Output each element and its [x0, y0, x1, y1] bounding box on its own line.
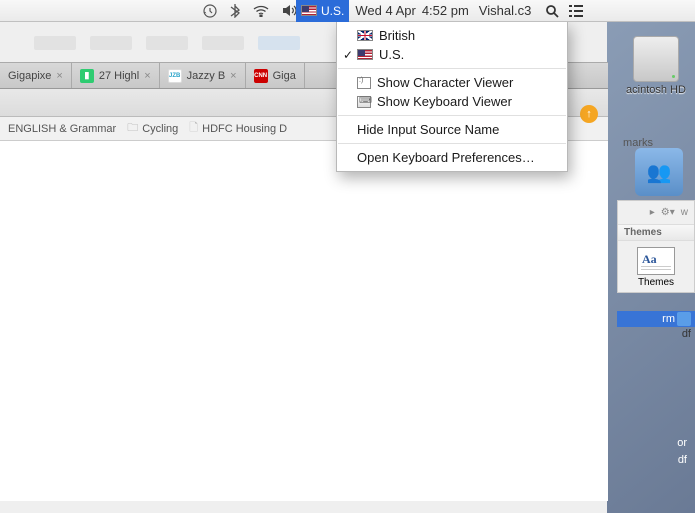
side-panel: ▸ ⚙▾ w Themes Themes	[617, 200, 695, 293]
panel-header: Themes	[618, 225, 694, 241]
menubar-date[interactable]: Wed 4 Apr	[355, 3, 415, 18]
browser-content	[0, 141, 608, 501]
tab-label: 27 Highl	[99, 70, 139, 82]
hard-drive-icon[interactable]	[633, 36, 679, 82]
separator	[338, 143, 566, 144]
dropdown-item-char-viewer[interactable]: Show Character Viewer	[337, 73, 567, 92]
dropdown-item-hide-name[interactable]: Hide Input Source Name	[337, 120, 567, 139]
bluetooth-icon[interactable]	[230, 3, 240, 18]
favicon-icon: ▮	[80, 69, 94, 83]
dropdown-label: Hide Input Source Name	[357, 122, 499, 137]
close-icon[interactable]: ×	[230, 70, 236, 82]
dropdown-label: U.S.	[379, 47, 404, 62]
gear-icon[interactable]: ⚙▾	[661, 207, 675, 218]
separator	[338, 115, 566, 116]
close-icon[interactable]: ×	[56, 70, 62, 82]
menubar-time[interactable]: 4:52 pm	[422, 3, 469, 18]
dropdown-label: Show Character Viewer	[377, 75, 513, 90]
flag-uk-icon	[357, 30, 373, 41]
file-row[interactable]: rm	[617, 311, 695, 327]
desktop-icons: acintosh HD	[617, 30, 695, 96]
dropdown-item-kbd-viewer[interactable]: Show Keyboard Viewer	[337, 92, 567, 111]
page-icon: 🗋	[189, 119, 198, 138]
tab-label: Giga	[273, 70, 296, 82]
wifi-icon[interactable]	[253, 5, 269, 17]
input-source-menu[interactable]: U.S.	[296, 0, 349, 22]
dropdown-item-british[interactable]: British	[337, 26, 567, 45]
desktop-file-labels: or df	[677, 435, 687, 468]
favicon-icon: CNN	[254, 69, 268, 83]
bookmark-label: ENGLISH & Grammar	[8, 123, 116, 135]
favicon-icon: JZB	[168, 69, 182, 83]
browser-tab[interactable]: JZB Jazzy B ×	[160, 63, 246, 88]
input-source-dropdown: British U.S. Show Character Viewer Show …	[336, 22, 568, 172]
update-badge-icon[interactable]: ↑	[580, 105, 598, 123]
file-ext: df	[682, 328, 691, 340]
theme-label: Themes	[618, 277, 694, 292]
bookmark-item[interactable]: ENGLISH & Grammar	[8, 123, 116, 135]
file-label[interactable]: df	[677, 452, 687, 469]
browser-tab[interactable]: ▮ 27 Highl ×	[72, 63, 160, 88]
hard-drive-label: acintosh HD	[617, 84, 695, 96]
browser-tab[interactable]: CNN Giga	[246, 63, 305, 88]
bookmark-label: HDFC Housing D	[202, 123, 287, 135]
tab-label: Jazzy B	[187, 70, 226, 82]
dropdown-label: Show Keyboard Viewer	[377, 94, 512, 109]
bookmark-label: Cycling	[142, 123, 178, 135]
notification-center-icon[interactable]	[569, 5, 583, 17]
flag-us-icon	[357, 49, 373, 60]
theme-thumbnail	[637, 247, 675, 275]
theme-button[interactable]: Themes	[618, 247, 694, 292]
bookmark-item[interactable]: 🗀 Cycling	[127, 119, 178, 138]
flag-us-icon	[301, 5, 317, 16]
browser-tab[interactable]: Gigapixe ×	[0, 63, 72, 88]
kbd-viewer-icon	[357, 96, 371, 108]
file-row[interactable]: df	[617, 327, 695, 341]
app-icon[interactable]: 👥	[635, 148, 683, 196]
menubar: U.S. Wed 4 Apr 4:52 pm Vishal.c3	[0, 0, 695, 22]
input-source-label: U.S.	[321, 4, 344, 18]
dropdown-item-us[interactable]: U.S.	[337, 45, 567, 64]
dropdown-label: British	[379, 28, 415, 43]
separator	[338, 68, 566, 69]
close-icon[interactable]: ×	[144, 70, 150, 82]
bookmark-item[interactable]: 🗋 HDFC Housing D	[189, 119, 287, 138]
menubar-user[interactable]: Vishal.c3	[479, 3, 532, 18]
tab-label: Gigapixe	[8, 70, 51, 82]
time-machine-icon[interactable]	[203, 4, 217, 18]
panel-toolbar: ▸ ⚙▾ w	[618, 201, 694, 225]
folder-icon: 🗀	[127, 119, 138, 138]
panel-w: w	[681, 207, 688, 218]
file-list: rm df	[617, 311, 695, 341]
spotlight-icon[interactable]	[545, 4, 559, 18]
background-windows	[0, 36, 335, 60]
file-icon	[677, 312, 691, 326]
arrow-icon[interactable]: ▸	[650, 207, 655, 218]
file-label[interactable]: or	[677, 435, 687, 452]
file-ext: rm	[662, 313, 675, 325]
dropdown-label: Open Keyboard Preferences…	[357, 150, 535, 165]
char-viewer-icon	[357, 77, 371, 89]
dropdown-item-kbd-prefs[interactable]: Open Keyboard Preferences…	[337, 148, 567, 167]
